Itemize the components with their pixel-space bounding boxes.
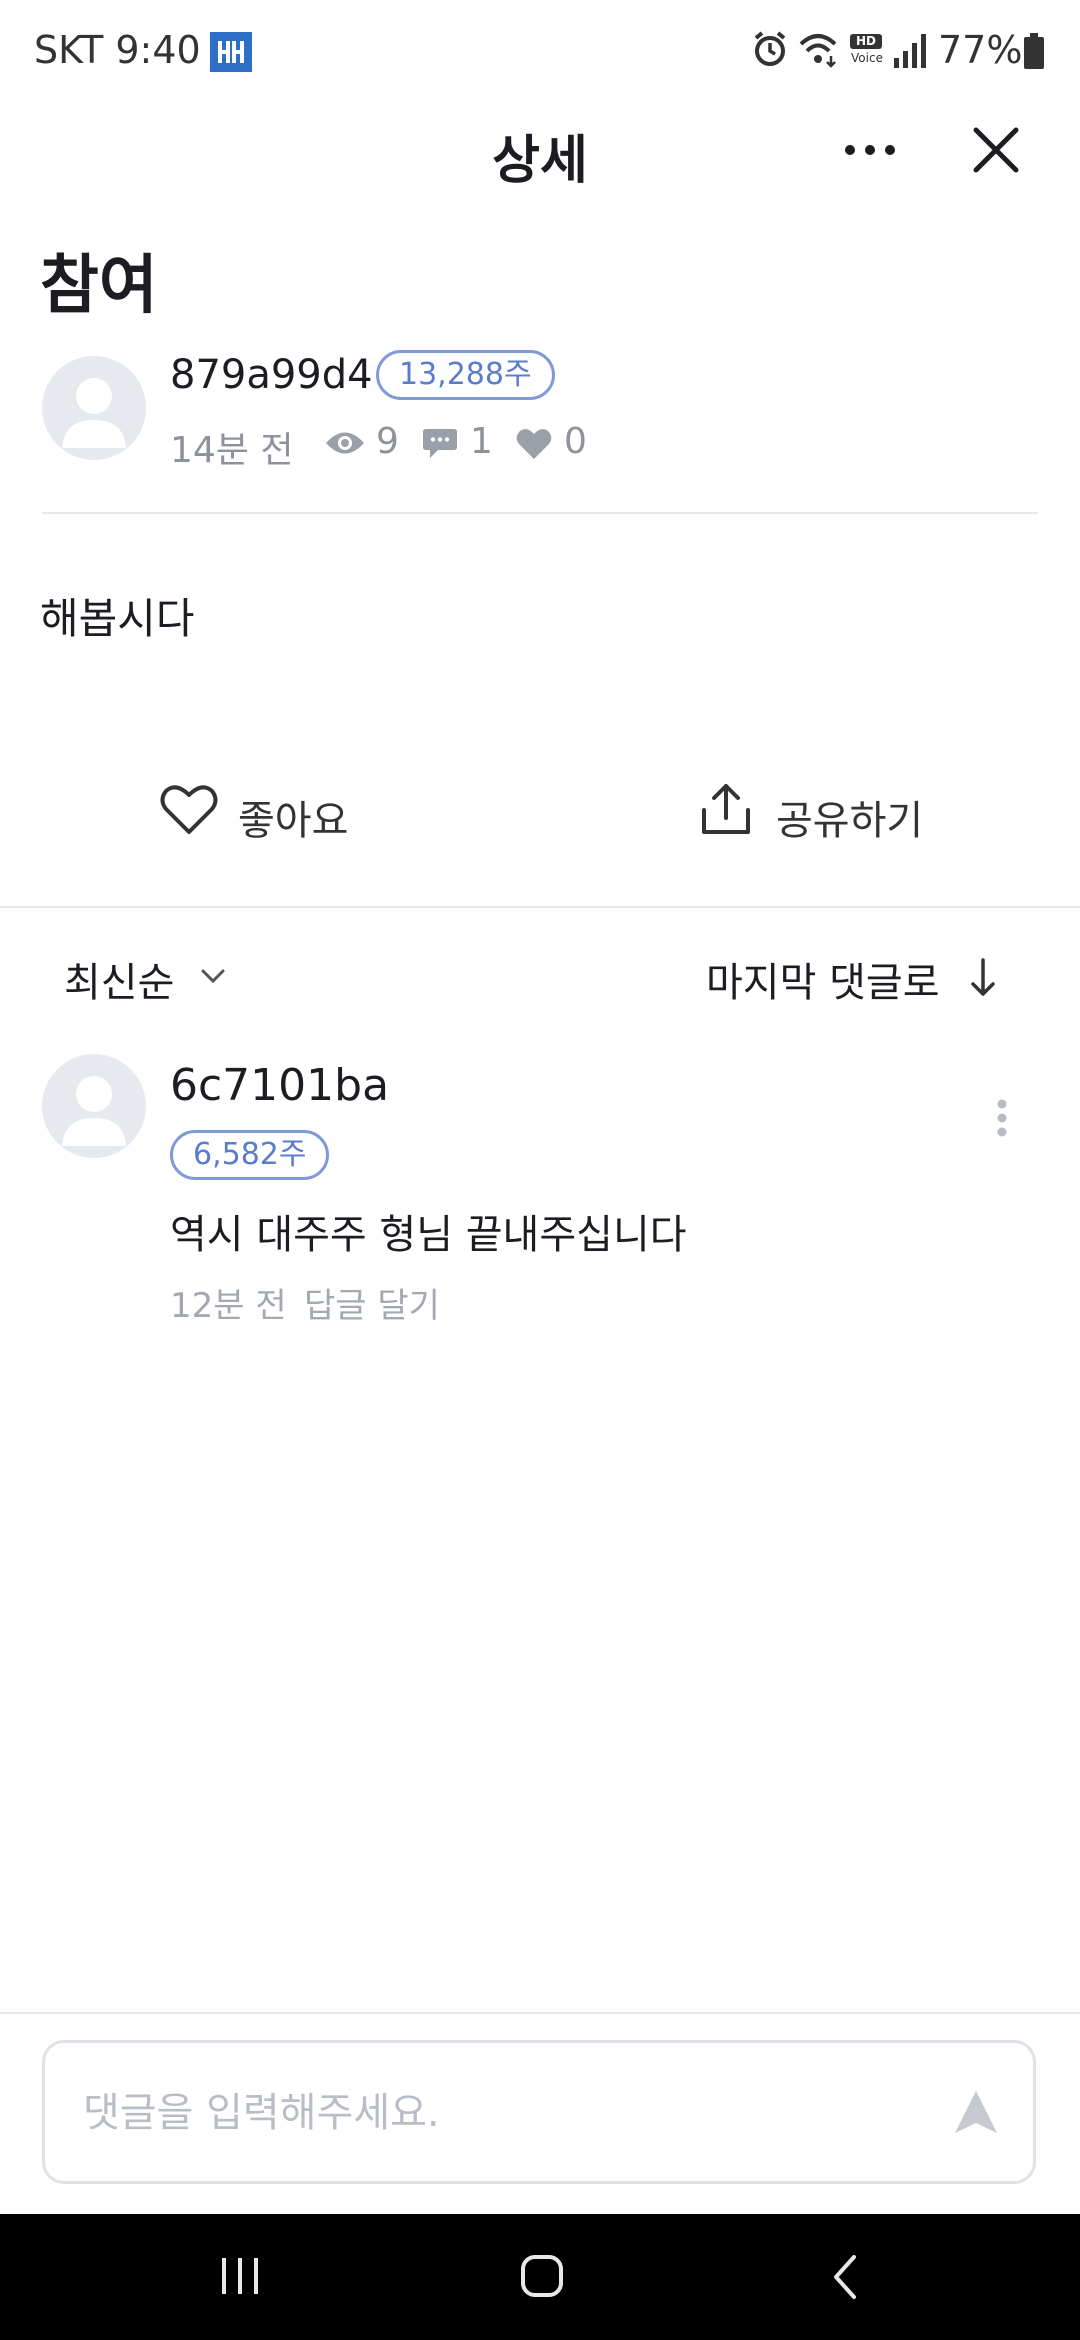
sort-dropdown[interactable]: 최신순 xyxy=(64,950,244,1010)
comment-count-icon xyxy=(422,427,458,465)
jump-label: 마지막 댓글로 xyxy=(706,960,940,1006)
post-author-shares-badge: 13,288주 xyxy=(376,350,555,400)
comment-input-box xyxy=(42,2040,1036,2184)
input-divider xyxy=(0,2012,1080,2014)
post-comment-count: 1 xyxy=(470,421,493,462)
more-icon xyxy=(840,145,904,176)
share-label: 공유하기 xyxy=(776,798,924,844)
eye-icon xyxy=(324,430,366,460)
vertical-more-icon xyxy=(990,1099,1014,1142)
post-like-count: 0 xyxy=(564,421,587,462)
jump-to-last-comment[interactable]: 마지막 댓글로 xyxy=(706,950,1006,1010)
status-bar: SKT 9:40 HD Voice 77% xyxy=(0,0,1080,100)
app-notification-icon xyxy=(210,32,252,76)
post-title: 참여 xyxy=(40,249,158,323)
arrow-down-icon xyxy=(968,956,998,1004)
alarm-icon xyxy=(752,30,788,72)
battery-percent: 77% xyxy=(938,28,1023,72)
heart-count-icon xyxy=(516,428,552,464)
post-body: 해봅시다 xyxy=(40,594,195,643)
post-author-name[interactable]: 879a99d4 xyxy=(170,352,373,398)
navigation-bar xyxy=(0,2214,1080,2340)
heart-outline-icon xyxy=(160,784,218,840)
hd-voice-top: HD xyxy=(850,34,882,49)
close-button[interactable] xyxy=(970,124,1022,176)
send-icon xyxy=(955,2091,997,2133)
wifi-icon xyxy=(798,30,838,72)
comment-text: 역시 대주주 형님 끝내주십니다 xyxy=(170,1212,687,1258)
comment-more-button[interactable] xyxy=(990,1098,1014,1138)
close-icon xyxy=(970,127,1022,180)
comment-author-avatar[interactable] xyxy=(42,1054,146,1158)
like-button[interactable]: 좋아요 xyxy=(160,780,360,844)
hd-voice-bottom: Voice xyxy=(851,51,883,65)
divider xyxy=(42,512,1038,514)
back-icon[interactable] xyxy=(828,2254,862,2304)
carrier-time: SKT 9:40 xyxy=(34,28,201,72)
page-title: 상세 xyxy=(492,131,588,191)
home-icon[interactable] xyxy=(520,2254,564,2302)
recent-apps-icon[interactable] xyxy=(218,2256,262,2300)
share-icon xyxy=(700,782,752,840)
post-views: 9 xyxy=(376,421,399,462)
reply-button[interactable]: 답글 달기 xyxy=(304,1278,440,1327)
chevron-down-icon xyxy=(200,968,226,988)
hd-voice-icon: HD Voice xyxy=(846,34,888,68)
signal-icon xyxy=(894,34,926,72)
more-button[interactable] xyxy=(840,128,904,172)
share-button[interactable]: 공유하기 xyxy=(700,780,940,844)
comment-input[interactable] xyxy=(81,2043,925,2183)
sort-label: 최신순 xyxy=(64,960,175,1006)
like-label: 좋아요 xyxy=(238,798,349,844)
comment-author-shares-badge: 6,582주 xyxy=(170,1130,330,1180)
section-divider xyxy=(0,906,1080,908)
comment-author-name[interactable]: 6c7101ba xyxy=(170,1060,389,1111)
comment-time: 12분 전 xyxy=(170,1286,287,1326)
post-author-avatar[interactable] xyxy=(42,356,146,460)
battery-icon xyxy=(1024,33,1044,73)
send-button[interactable] xyxy=(953,2089,999,2139)
post-time: 14분 전 xyxy=(170,430,294,471)
